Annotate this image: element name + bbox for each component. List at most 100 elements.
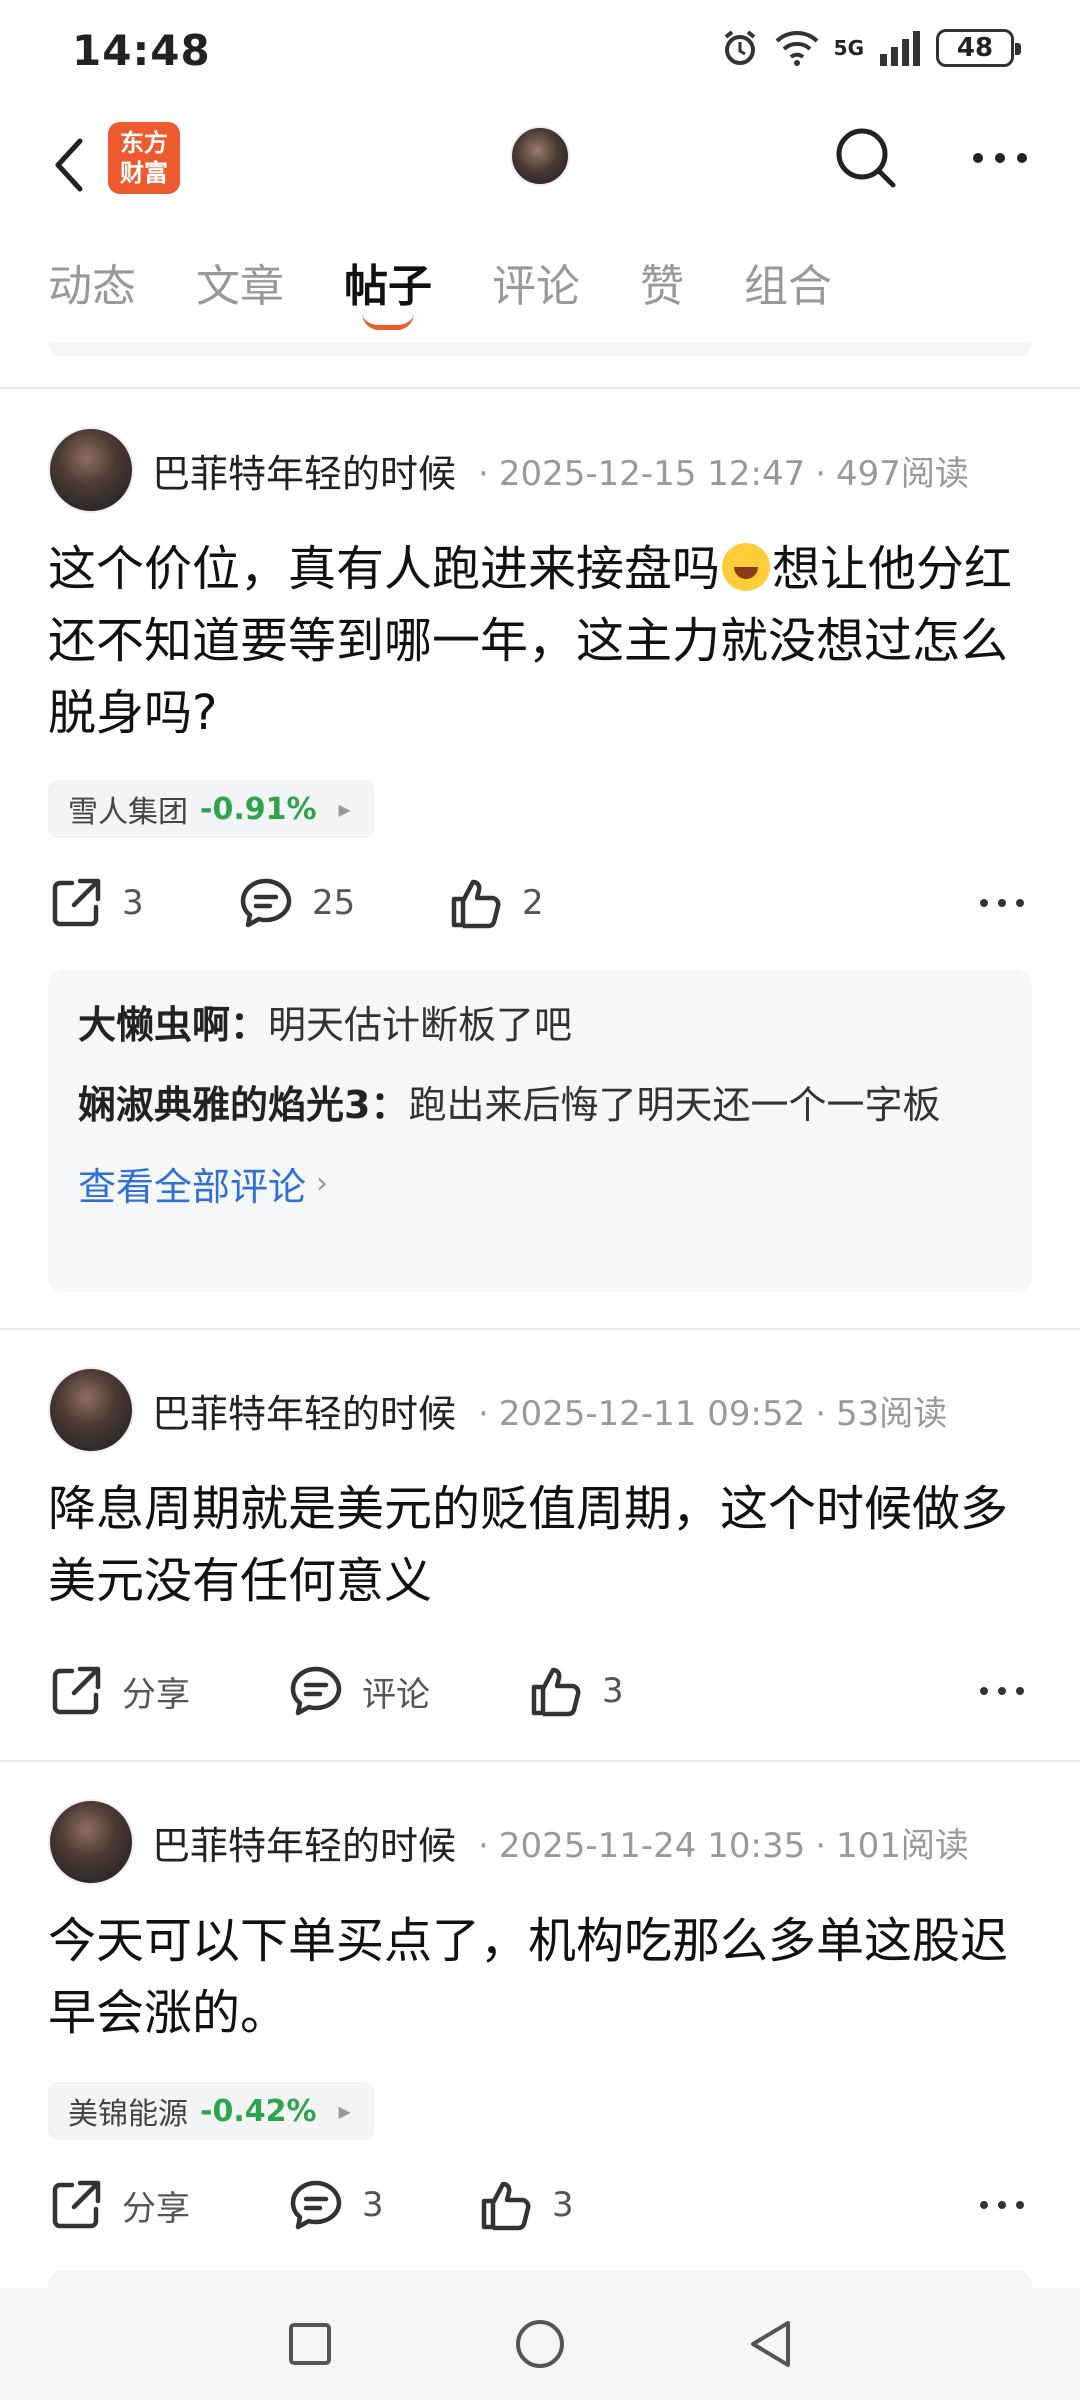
post-text-part-1: 这个价位，真有人跑进来接盘吗	[48, 541, 721, 597]
share-icon	[52, 2180, 101, 2229]
avatar[interactable]	[48, 1799, 134, 1885]
more-button[interactable]	[960, 118, 1040, 198]
stock-change: -0.91%	[200, 791, 317, 827]
back-button[interactable]	[40, 130, 100, 200]
share-button[interactable]: 分享	[48, 2177, 288, 2233]
tab-posts[interactable]: 帖子	[344, 250, 432, 330]
share-label: 分享	[122, 2188, 190, 2229]
network-type: 5G	[833, 36, 864, 60]
tab-articles[interactable]: 文章	[196, 250, 284, 330]
post-date: 2025-11-24 10:35	[498, 1825, 806, 1866]
app-logo[interactable]: 东方 财富	[108, 122, 180, 194]
tab-likes[interactable]: 赞	[640, 250, 684, 330]
post-text[interactable]: 降息周期就是美元的贬值周期，这个时候做多美元没有任何意义	[48, 1473, 1038, 1617]
post-meta: · 2025-11-24 10:35 · 101阅读	[478, 1825, 969, 1866]
triangle-back-icon	[751, 2321, 790, 2367]
like-button[interactable]: 3	[478, 2177, 574, 2233]
stock-tag[interactable]: 美锦能源 -0.42% ▶	[48, 2082, 375, 2140]
divider	[0, 1328, 1080, 1330]
author-name[interactable]: 巴菲特年轻的时候	[152, 1815, 456, 1870]
back-arrow-icon	[55, 138, 83, 192]
alarm-icon	[724, 30, 755, 65]
stock-name: 美锦能源	[68, 2097, 188, 2132]
like-button[interactable]: 2	[448, 875, 544, 931]
post-more-button[interactable]	[972, 1666, 1032, 1716]
view-all-label: 查看全部评论	[78, 1165, 307, 1209]
comment-button[interactable]: 评论	[288, 1663, 528, 1719]
like-count: 3	[552, 2185, 574, 2225]
share-icon	[52, 1666, 101, 1715]
previous-card-edge	[48, 342, 1032, 356]
search-button[interactable]	[826, 118, 906, 198]
thumbs-up-icon	[481, 2181, 531, 2231]
divider	[0, 387, 1080, 389]
share-label: 分享	[122, 1674, 190, 1715]
comment-icon	[290, 1666, 342, 1716]
post-more-button[interactable]	[972, 878, 1032, 928]
avatar[interactable]	[48, 1367, 134, 1453]
comment-icon	[290, 2180, 342, 2230]
recent-apps-button[interactable]	[278, 2312, 342, 2376]
comment-item[interactable]: 娴淑典雅的焰光3：跑出来后悔了明天还一个一字板	[78, 1076, 1002, 1134]
stock-change: -0.42%	[200, 2093, 317, 2129]
post-date: 2025-12-15 12:47	[498, 453, 806, 494]
tab-portfolios[interactable]: 组合	[744, 250, 832, 330]
battery-level: 48	[956, 33, 994, 63]
stock-name: 雪人集团	[68, 795, 188, 830]
back-nav-button[interactable]	[738, 2312, 802, 2376]
comment-text: 明天估计断板了吧	[268, 1003, 573, 1047]
post-text[interactable]: 这个价位，真有人跑进来接盘吗 想让他分红还不知道要等到哪一年，这主力就没想过怎么脱…	[48, 533, 1038, 749]
comment-count: 3	[362, 2185, 384, 2225]
comment-label: 评论	[362, 1674, 430, 1715]
author-name[interactable]: 巴菲特年轻的时候	[152, 443, 456, 498]
comment-count: 25	[312, 883, 356, 923]
stock-tag[interactable]: 雪人集团 -0.91% ▶	[48, 780, 375, 838]
view-all-comments-link[interactable]: 查看全部评论 ›	[78, 1156, 1002, 1211]
next-card-edge	[48, 2270, 1032, 2288]
comment-preview-box[interactable]: 大懒虫啊：明天估计断板了吧 娴淑典雅的焰光3：跑出来后悔了明天还一个一字板 查看…	[48, 970, 1032, 1292]
comment-text: 跑出来后悔了明天还一个一字板	[408, 1083, 941, 1127]
post-text[interactable]: 今天可以下单买点了，机构吃那么多单这股迟早会涨的。	[48, 1905, 1038, 2049]
post-header: 巴菲特年轻的时候 · 2025-12-15 12:47 · 497阅读	[48, 425, 969, 515]
avatar[interactable]	[48, 427, 134, 513]
author-name[interactable]: 巴菲特年轻的时候	[152, 1383, 456, 1438]
post-actions: 3 25 2	[48, 868, 1032, 938]
system-nav-bar	[0, 2288, 1080, 2400]
home-button[interactable]	[508, 2312, 572, 2376]
post-actions: 分享 3 3	[48, 2170, 1032, 2240]
signal-icon	[880, 31, 920, 66]
comment-user[interactable]: 娴淑典雅的焰光3：	[78, 1083, 408, 1127]
comment-button[interactable]: 25	[238, 875, 448, 931]
like-count: 3	[602, 1671, 624, 1711]
read-count: 101阅读	[836, 1825, 969, 1866]
chevron-right-icon: ›	[316, 1166, 329, 1201]
tab-comments[interactable]: 评论	[492, 250, 580, 330]
status-icons: 5G 48	[720, 28, 1021, 68]
tab-dynamics[interactable]: 动态	[48, 250, 136, 330]
nav-bar: 东方 财富	[0, 110, 1080, 230]
read-count: 497阅读	[836, 453, 969, 494]
post-more-button[interactable]	[972, 2180, 1032, 2230]
status-bar: 14:48 5G 48	[0, 0, 1080, 100]
post-actions: 分享 评论 3	[48, 1656, 1032, 1726]
more-dots-icon	[980, 899, 1024, 907]
thumbs-up-icon	[531, 1667, 581, 1717]
read-count: 53阅读	[836, 1393, 948, 1434]
post-meta: · 2025-12-15 12:47 · 497阅读	[478, 453, 969, 494]
more-dots-icon	[980, 1687, 1024, 1695]
share-button[interactable]: 3	[48, 875, 238, 931]
post-meta: · 2025-12-11 09:52 · 53阅读	[478, 1393, 948, 1434]
divider	[0, 1760, 1080, 1762]
post-header: 巴菲特年轻的时候 · 2025-11-24 10:35 · 101阅读	[48, 1797, 969, 1887]
comment-user[interactable]: 大懒虫啊：	[78, 1003, 268, 1047]
like-button[interactable]: 3	[528, 1663, 624, 1719]
share-button[interactable]: 分享	[48, 1663, 288, 1719]
post-date: 2025-12-11 09:52	[498, 1393, 806, 1434]
share-icon	[52, 878, 101, 927]
share-count: 3	[122, 883, 144, 923]
search-icon	[836, 128, 896, 188]
comment-button[interactable]: 3	[288, 2177, 478, 2233]
comment-item[interactable]: 大懒虫啊：明天估计断板了吧	[78, 996, 1002, 1054]
circle-icon	[516, 2320, 564, 2368]
nav-avatar[interactable]	[510, 126, 570, 186]
